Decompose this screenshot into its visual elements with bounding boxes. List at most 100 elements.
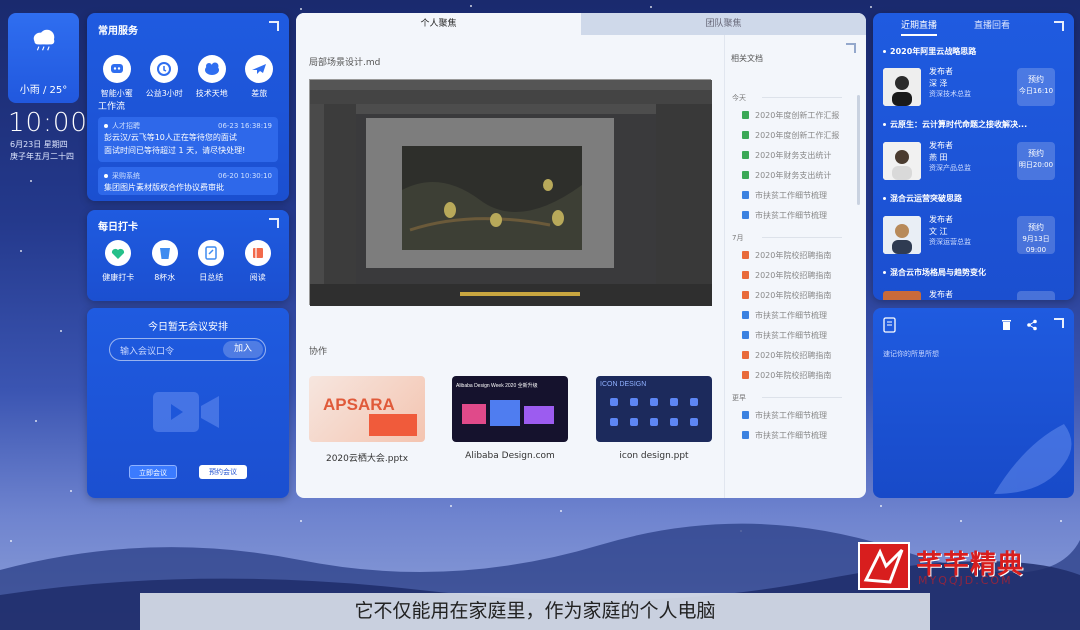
checkin-water[interactable]: 8杯水 bbox=[145, 240, 185, 283]
file-card[interactable]: ICON DESIGN icon design.ppt bbox=[596, 376, 712, 461]
collab-title: 协作 bbox=[309, 347, 328, 357]
bird-watermark-icon bbox=[994, 424, 1072, 494]
related-doc-item[interactable]: 2020年院校招聘指南 bbox=[742, 270, 831, 281]
thumbnail-text: Alibaba Design Week 2020 全新升级 bbox=[456, 382, 538, 389]
related-doc-item[interactable]: 市扶贫工作细节梳理 bbox=[742, 330, 827, 341]
workflow-item[interactable]: 人才招聘 06-23 16:38:19 彭云汉/云飞等10人正在等待您的面试 面试… bbox=[98, 117, 278, 162]
file-thumbnail: ICON DESIGN bbox=[596, 376, 712, 442]
expand-icon[interactable] bbox=[269, 21, 279, 31]
expand-icon[interactable] bbox=[1054, 21, 1064, 31]
expand-icon[interactable] bbox=[846, 43, 856, 53]
related-doc-name: 2020年财务支出统计 bbox=[755, 151, 832, 160]
heart-icon bbox=[112, 248, 125, 259]
related-doc-item[interactable]: 2020年院校招聘指南 bbox=[742, 250, 831, 261]
related-doc-item[interactable]: 2020年院校招聘指南 bbox=[742, 350, 831, 361]
meeting-panel: 今日暂无会议安排 输入会议口令 加入 立即会议 预约会议 bbox=[87, 308, 289, 498]
checkin-label: 日总结 bbox=[199, 273, 224, 282]
reserve-label: 预约 bbox=[1028, 223, 1044, 232]
weather-widget[interactable]: 小雨 / 25° bbox=[8, 13, 79, 103]
publisher-role: 资深产品总监 bbox=[929, 164, 971, 173]
file-name: 2020云栖大会.pptx bbox=[325, 454, 409, 464]
publisher-name: 燕 田 bbox=[929, 152, 948, 162]
related-doc-item[interactable]: 市扶贫工作细节梳理 bbox=[742, 190, 827, 201]
book-meeting-button[interactable]: 预约会议 bbox=[199, 465, 247, 479]
related-doc-item[interactable]: 2020年财务支出统计 bbox=[742, 170, 831, 181]
reserve-button[interactable]: 预约 9月13日 09:00 bbox=[1017, 216, 1055, 254]
reserve-time: 明日20:00 bbox=[1018, 161, 1054, 169]
related-docs-group-label[interactable]: 今天 bbox=[732, 93, 842, 103]
related-docs-group-label[interactable]: 更早 bbox=[732, 393, 842, 403]
checkin-summary[interactable]: 日总结 bbox=[191, 240, 231, 283]
expand-icon[interactable] bbox=[269, 218, 279, 228]
related-doc-name: 市扶贫工作细节梳理 bbox=[755, 211, 827, 220]
file-type-icon bbox=[742, 131, 749, 139]
workflow-time: 06-20 10:30:10 bbox=[217, 172, 272, 180]
related-doc-name: 2020年度创新工作汇报 bbox=[755, 131, 840, 140]
related-doc-item[interactable]: 2020年度创新工作汇报 bbox=[742, 130, 839, 141]
service-smart-assistant[interactable]: 智能小蜜 bbox=[95, 55, 139, 99]
tab-personal-focus[interactable]: 个人聚焦 bbox=[296, 13, 581, 35]
related-doc-item[interactable]: 市扶贫工作细节梳理 bbox=[742, 410, 827, 421]
live-panel: 近期直播 直播回看 2020年阿里云战略思路 发布者深 泽资深技术总监 预约 今日… bbox=[873, 13, 1074, 300]
service-label: 差旅 bbox=[251, 89, 268, 98]
book-icon bbox=[252, 248, 263, 258]
weather-text: 小雨 / 25° bbox=[19, 85, 68, 96]
checkin-reading[interactable]: 阅读 bbox=[238, 240, 278, 283]
related-doc-item[interactable]: 2020年度创新工作汇报 bbox=[742, 110, 839, 121]
meeting-code-input[interactable]: 输入会议口令 加入 bbox=[109, 338, 266, 361]
service-label: 智能小蜜 bbox=[100, 89, 133, 98]
services-panel: 常用服务 智能小蜜 公益3小时 技术天地 差旅 工作流 人才招聘 06-23 16… bbox=[87, 13, 289, 201]
notes-input[interactable]: 速记你的所思所想 bbox=[883, 349, 939, 359]
service-charity[interactable]: 公益3小时 bbox=[142, 55, 186, 99]
checkin-panel: 每日打卡 健康打卡 8杯水 日总结 阅读 bbox=[87, 210, 289, 301]
start-meeting-button[interactable]: 立即会议 bbox=[129, 465, 177, 479]
workflow-item[interactable]: 采购系统 06-20 10:30:10 集团图片素材版权合作协议费审批 bbox=[98, 167, 278, 195]
reserve-time: 今日16:10 bbox=[1018, 87, 1054, 95]
charity-icon bbox=[157, 62, 172, 76]
related-doc-item[interactable]: 2020年院校招聘指南 bbox=[742, 370, 831, 381]
related-doc-item[interactable]: 2020年财务支出统计 bbox=[742, 150, 831, 161]
related-doc-item[interactable]: 市扶贫工作细节梳理 bbox=[742, 210, 827, 221]
live-topic[interactable]: 混合云市场格局与趋势变化 bbox=[883, 267, 986, 278]
document-title[interactable]: 局部场景设计.md bbox=[309, 55, 380, 68]
service-tech[interactable]: 技术天地 bbox=[190, 55, 234, 99]
file-name: Alibaba Design.com bbox=[465, 451, 555, 461]
related-doc-item[interactable]: 2020年院校招聘指南 bbox=[742, 290, 831, 301]
workflow-title: 工作流 bbox=[98, 102, 126, 112]
video-camera-icon bbox=[153, 392, 219, 432]
join-meeting-button[interactable]: 加入 bbox=[223, 341, 263, 358]
clock-time: 10:00 bbox=[8, 108, 88, 138]
file-type-icon bbox=[742, 431, 749, 439]
reserve-button[interactable] bbox=[1017, 291, 1055, 300]
related-docs-group-label[interactable]: 7月 bbox=[732, 233, 847, 243]
live-item: 发布者 bbox=[883, 287, 1065, 300]
live-topic[interactable]: 云原生：云计算时代命题之接收解决... bbox=[883, 119, 1027, 130]
focus-panel: 个人聚焦 团队聚焦 局部场景设计.md 协作 APSARA 2020云栖大会.p… bbox=[296, 13, 866, 498]
expand-icon[interactable] bbox=[1054, 318, 1064, 328]
file-card[interactable]: APSARA 2020云栖大会.pptx bbox=[309, 376, 425, 464]
related-doc-name: 2020年院校招聘指南 bbox=[755, 371, 832, 380]
tab-team-focus[interactable]: 团队聚焦 bbox=[581, 13, 866, 35]
publisher-role: 资深运营总监 bbox=[929, 238, 971, 247]
file-type-icon bbox=[742, 211, 749, 219]
reserve-label: 预约 bbox=[1028, 75, 1044, 84]
tab-upcoming-live[interactable]: 近期直播 bbox=[901, 18, 938, 36]
reserve-button[interactable]: 预约 明日20:00 bbox=[1017, 142, 1055, 180]
tab-live-replay[interactable]: 直播回看 bbox=[974, 18, 1010, 31]
document-preview[interactable] bbox=[309, 79, 712, 306]
share-icon[interactable] bbox=[1026, 319, 1038, 331]
service-travel[interactable]: 差旅 bbox=[237, 55, 281, 99]
scrollbar[interactable] bbox=[857, 95, 860, 205]
live-topic[interactable]: 混合云运营突破思路 bbox=[883, 193, 962, 204]
live-topic[interactable]: 2020年阿里云战略思路 bbox=[883, 46, 976, 57]
file-type-icon bbox=[742, 251, 749, 259]
reserve-button[interactable]: 预约今日16:10 bbox=[1017, 68, 1055, 106]
workflow-time: 06-23 16:38:19 bbox=[217, 122, 272, 130]
file-type-icon bbox=[742, 171, 749, 179]
checkin-health[interactable]: 健康打卡 bbox=[98, 240, 138, 283]
related-doc-name: 2020年院校招聘指南 bbox=[755, 251, 832, 260]
related-doc-item[interactable]: 市扶贫工作细节梳理 bbox=[742, 430, 827, 441]
related-doc-item[interactable]: 市扶贫工作细节梳理 bbox=[742, 310, 827, 321]
trash-icon[interactable] bbox=[1001, 319, 1012, 331]
file-card[interactable]: Alibaba Design Week 2020 全新升级 Alibaba De… bbox=[452, 376, 568, 461]
